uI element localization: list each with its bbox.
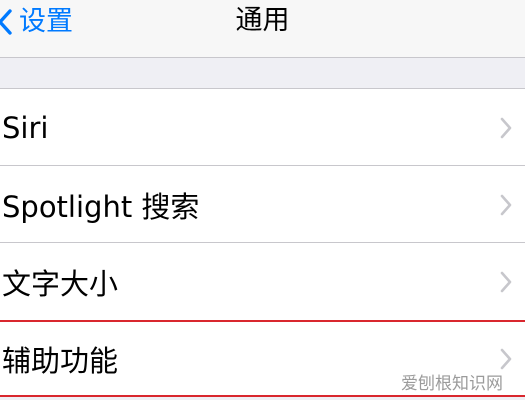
navbar-divider (0, 57, 525, 58)
settings-list: Siri Spotlight 搜索 文字大小 辅助功能 (0, 88, 525, 397)
list-item-label: Siri (2, 110, 49, 145)
chevron-right-icon (500, 271, 512, 292)
list-item-label: 文字大小 (2, 266, 119, 301)
chevron-right-icon (500, 194, 512, 215)
list-item-label: 辅助功能 (2, 343, 119, 378)
list-item-label: Spotlight 搜索 (2, 189, 200, 224)
chevron-right-icon (500, 348, 512, 369)
page-title: 通用 (235, 5, 290, 36)
list-item-text-size[interactable]: 文字大小 (0, 243, 525, 320)
watermark-text: 爱刨根知识网 (401, 374, 503, 394)
list-item-siri[interactable]: Siri (0, 89, 525, 166)
navigation-bar: 设置 通用 (0, 0, 525, 58)
list-item-spotlight-search[interactable]: Spotlight 搜索 (0, 166, 525, 243)
chevron-right-icon (500, 117, 512, 138)
